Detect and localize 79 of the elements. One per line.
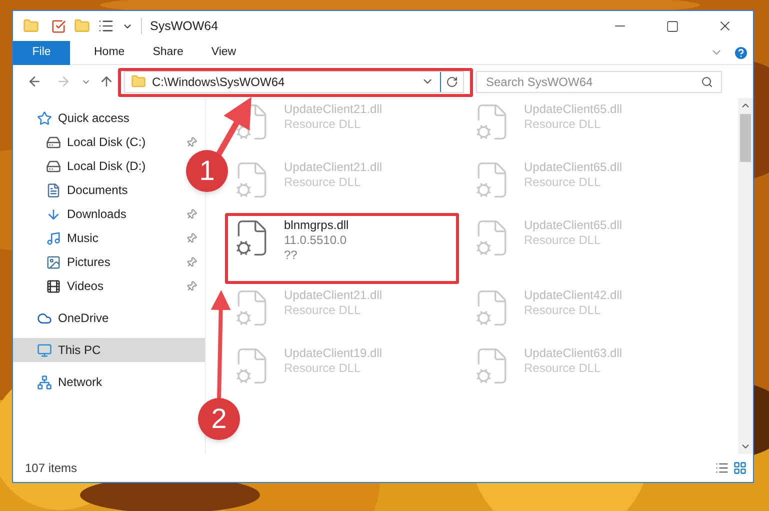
file-name: UpdateClient42.dll [524,288,622,303]
film-icon [46,278,61,294]
sidebar-label: Music [67,230,98,247]
file-name: UpdateClient65.dll [524,160,622,175]
back-icon[interactable] [27,74,42,89]
folder-icon [131,74,146,89]
drive-icon [46,134,61,150]
sidebar-label: Local Disk (D:) [67,158,146,175]
file-detail: Resource DLL [524,303,602,318]
sidebar-item[interactable]: Network [37,370,102,394]
download-arrow-icon [46,206,61,222]
sidebar-item[interactable]: OneDrive [37,306,109,330]
file-detail: Resource DLL [284,175,362,190]
file-detail: Resource DLL [524,233,602,248]
ribbon-tab[interactable]: Home [80,40,139,64]
sidebar-item[interactable]: Videos [46,274,104,298]
tiles-view-icon[interactable] [733,461,747,475]
sidebar-label: Documents [67,182,128,199]
file-detail: Resource DLL [284,361,362,376]
file-name: UpdateClient63.dll [524,346,622,361]
sidebar-item[interactable]: Local Disk (C:) [46,130,146,154]
properties-icon[interactable] [98,18,114,34]
music-note-icon [46,230,61,246]
picture-icon [46,254,61,270]
file-detail: ?? [284,248,298,263]
sidebar-item[interactable]: Music [46,226,98,250]
monitor-icon [37,342,52,358]
sidebar-label: This PC [58,342,101,359]
sidebar-item[interactable]: This PC [37,338,101,362]
ribbon-tab[interactable]: Share [138,40,198,64]
file-name: UpdateClient21.dll [284,160,382,175]
sidebar-item[interactable]: Documents [46,178,128,202]
maximize-icon[interactable] [666,20,679,32]
file-detail: Resource DLL [524,175,602,190]
network-icon [37,374,52,390]
selection-highlight[interactable]: This PC [13,338,205,362]
drive-icon [46,158,61,174]
ribbon-tab[interactable]: View [197,40,250,64]
forward-icon[interactable] [56,74,71,89]
sidebar-item[interactable]: Quick access [37,106,130,130]
scrollbar[interactable] [738,98,753,454]
file-detail: Resource DLL [284,117,362,132]
folder-icon[interactable] [74,18,90,34]
file-detail: 11.0.5510.0 [284,233,348,248]
sidebar-item[interactable]: Local Disk (D:) [46,154,146,178]
sidebar-label: Network [58,374,102,391]
sidebar-label: Videos [67,278,104,295]
sidebar-label: OneDrive [58,310,109,327]
file-detail: Resource DLL [524,361,602,376]
sidebar-label: Quick access [58,110,130,127]
address-path: C:\Windows\SysWOW64 [152,74,286,90]
sidebar-item[interactable]: Pictures [46,250,110,274]
ribbon-tab[interactable]: File [13,40,70,64]
document-icon [46,182,61,198]
folder-icon[interactable] [23,18,39,34]
file-name: UpdateClient65.dll [524,102,622,117]
up-icon[interactable] [99,74,114,89]
window-title: SysWOW64 [150,18,220,35]
star-icon [37,110,52,126]
file-name: UpdateClient21.dll [284,102,382,117]
search-placeholder: Search SysWOW64 [486,74,594,90]
sidebar-label: Local Disk (C:) [67,134,146,151]
details-view-icon[interactable] [715,461,729,475]
cloud-icon [37,310,52,326]
file-detail: Resource DLL [524,117,602,132]
search-icon [701,76,713,88]
scroll-thumb[interactable] [740,114,751,162]
sidebar-label: Pictures [67,254,110,271]
help-icon[interactable] [733,44,749,60]
refresh-icon[interactable] [446,76,458,88]
item-count: 107 items [25,460,78,477]
file-detail: Resource DLL [284,303,362,318]
sidebar-item[interactable]: Downloads [46,202,126,226]
checkbox-icon[interactable] [51,18,66,34]
file-name: UpdateClient21.dll [284,288,382,303]
file-name: UpdateClient19.dll [284,346,382,361]
sidebar-label: Downloads [67,206,126,223]
file-name: blnmgrps.dll [284,218,349,233]
file-name: UpdateClient65.dll [524,218,622,233]
